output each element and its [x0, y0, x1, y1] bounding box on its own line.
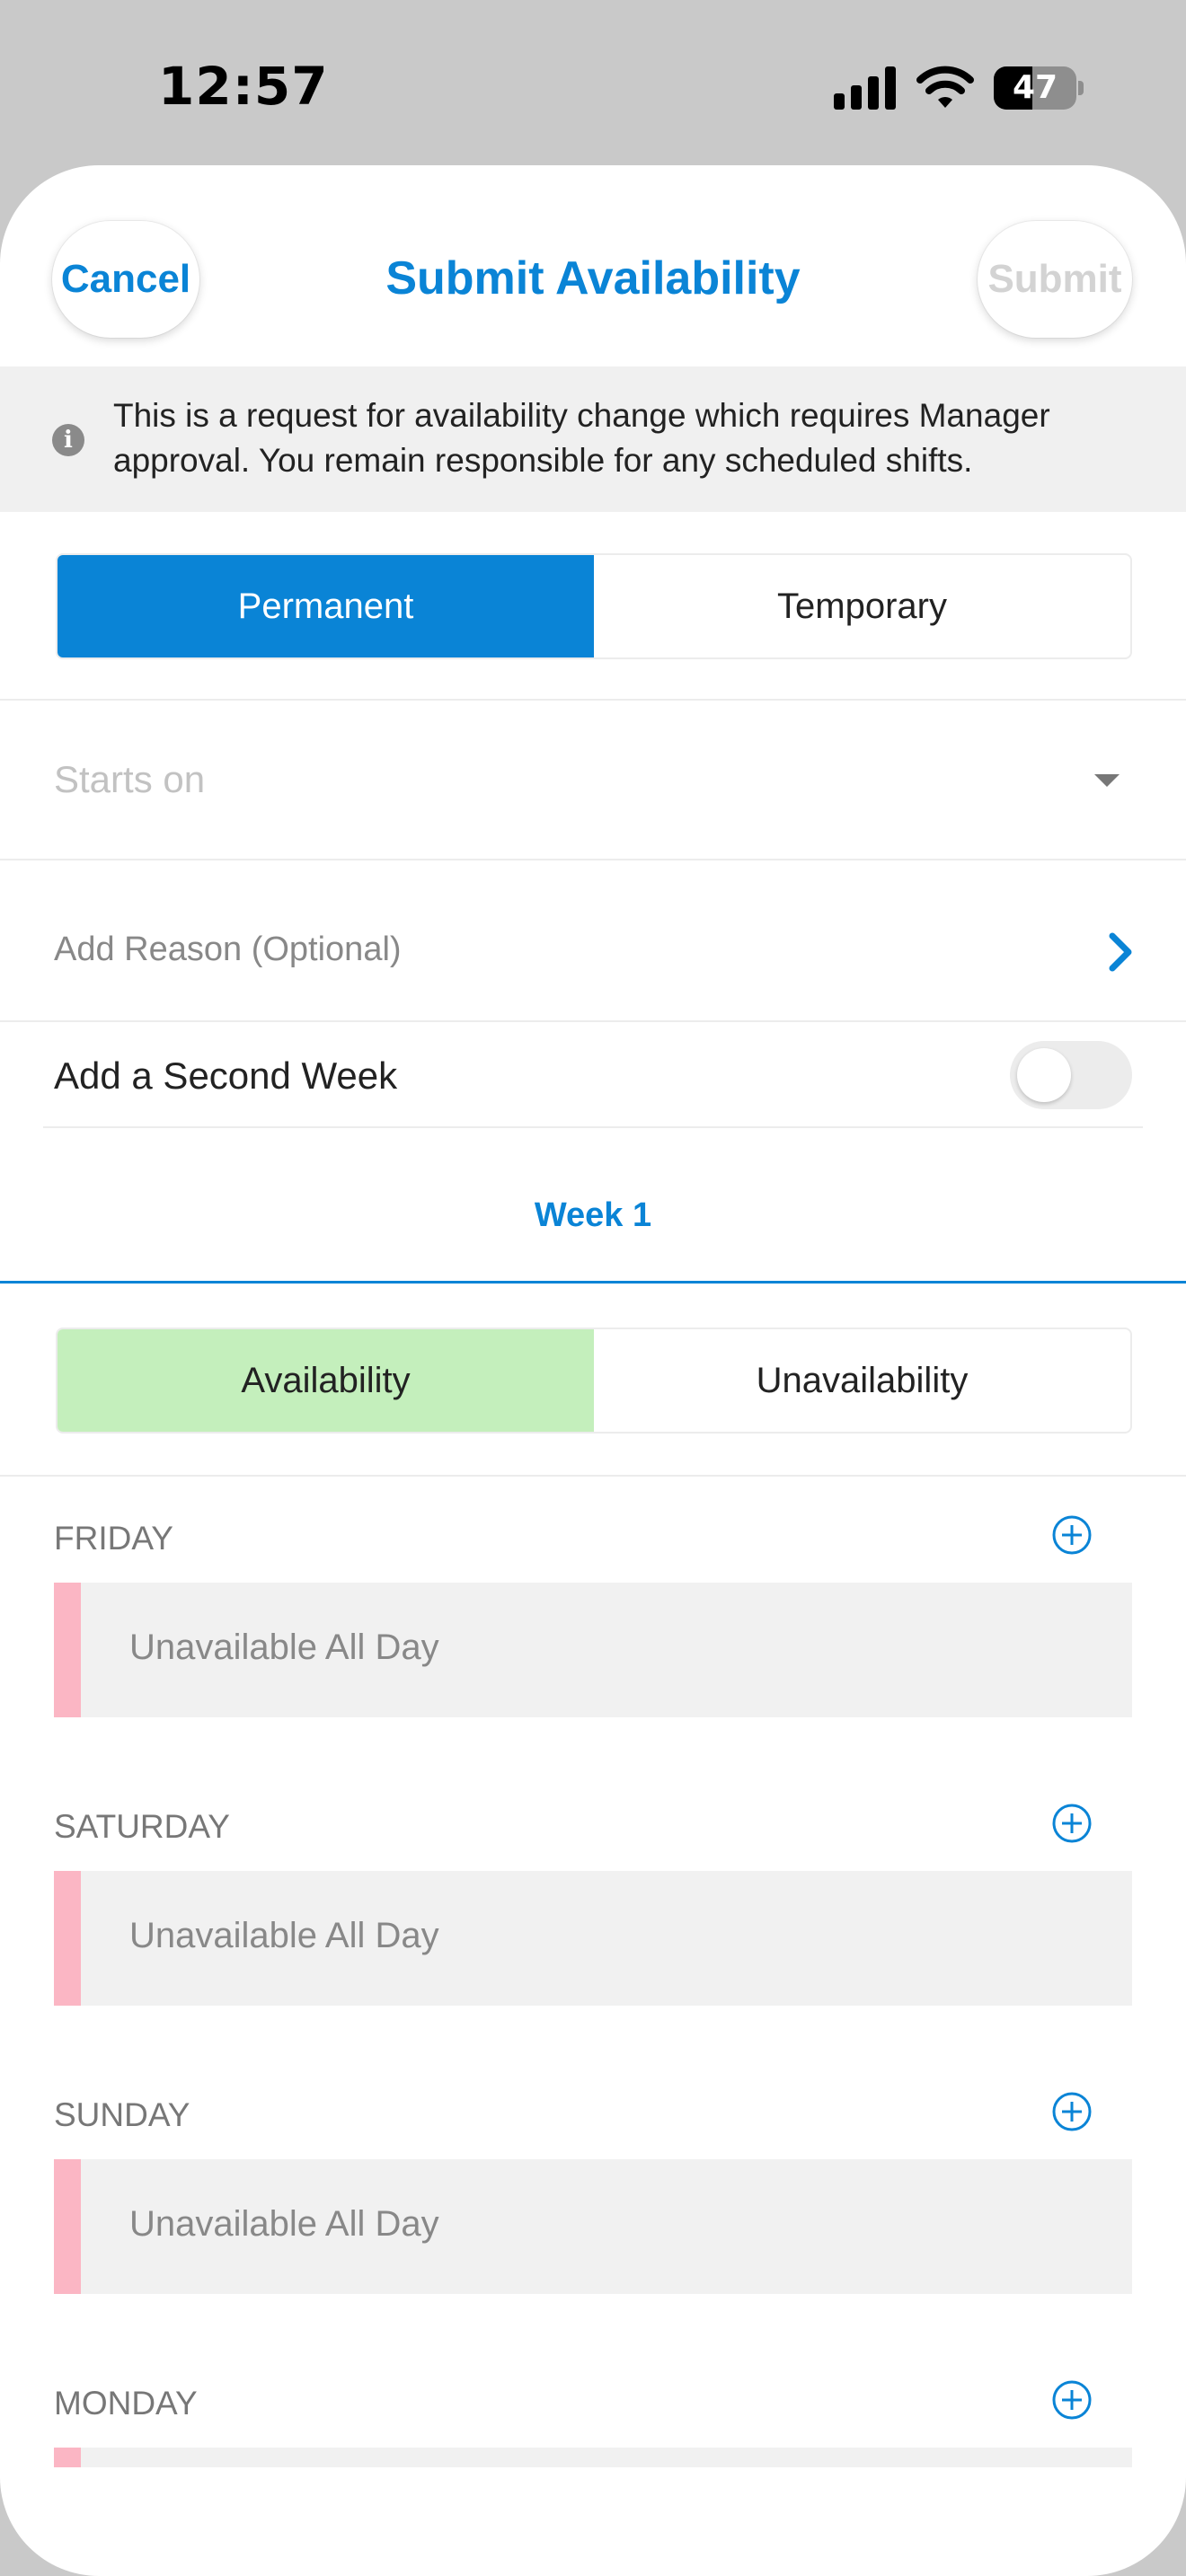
day-name: SATURDAY: [54, 1808, 230, 1845]
status-time: 12:57: [158, 56, 329, 117]
time-slot[interactable]: Unavailable All Day: [54, 2159, 1132, 2294]
day-name: SUNDAY: [54, 2096, 190, 2133]
approval-notice: i This is a request for availability cha…: [0, 366, 1186, 512]
notice-text: This is a request for availability chang…: [113, 397, 1050, 479]
slot-label: Unavailable All Day: [129, 1628, 439, 1667]
divider: [0, 699, 1186, 701]
time-slot[interactable]: Unavailable All Day: [54, 1871, 1132, 2006]
signal-icon: [834, 66, 896, 110]
divider: [0, 1020, 1186, 1022]
status-bar: 12:57 47: [0, 0, 1186, 171]
chevron-right-icon[interactable]: [1103, 931, 1139, 974]
add-circle-icon[interactable]: [1051, 1803, 1093, 1844]
availability-sheet: Cancel Submit Availability Submit i This…: [0, 165, 1186, 2576]
starts-on-field[interactable]: Starts on: [54, 758, 205, 801]
battery-icon: 47: [994, 66, 1084, 110]
add-circle-icon[interactable]: [1051, 2379, 1093, 2421]
unavailable-marker: [54, 2448, 81, 2467]
temporary-option[interactable]: Temporary: [594, 555, 1130, 657]
permanent-option[interactable]: Permanent: [58, 555, 594, 657]
availability-mode-segment: Availability Unavailability: [56, 1328, 1132, 1434]
battery-percent: 47: [1012, 69, 1058, 106]
availability-option[interactable]: Availability: [58, 1329, 594, 1432]
time-slot[interactable]: [54, 2448, 1132, 2467]
divider: [0, 1475, 1186, 1477]
unavailable-marker: [54, 1871, 81, 2006]
caret-down-icon[interactable]: [1094, 774, 1120, 787]
add-reason-row[interactable]: Add Reason (Optional): [54, 931, 402, 969]
unavailability-option[interactable]: Unavailability: [594, 1329, 1130, 1432]
slot-label: Unavailable All Day: [129, 2204, 439, 2244]
tab-week-1[interactable]: Week 1: [0, 1196, 1186, 1235]
day-name: FRIDAY: [54, 1520, 173, 1557]
day-name: MONDAY: [54, 2385, 198, 2422]
divider: [0, 859, 1186, 860]
slot-label: Unavailable All Day: [129, 1916, 439, 1955]
wifi-icon: [916, 66, 974, 108]
nav-bar: Cancel Submit Availability Submit: [0, 165, 1186, 366]
second-week-label: Add a Second Week: [54, 1054, 398, 1097]
week-tab-indicator: [0, 1281, 1186, 1284]
unavailable-marker: [54, 2159, 81, 2294]
time-slot[interactable]: Unavailable All Day: [54, 1583, 1132, 1717]
availability-type-segment: Permanent Temporary: [56, 553, 1132, 659]
toggle-knob: [1017, 1048, 1071, 1102]
second-week-toggle[interactable]: [1010, 1041, 1132, 1109]
divider: [43, 1126, 1143, 1128]
submit-button[interactable]: Submit: [978, 221, 1132, 338]
add-circle-icon[interactable]: [1051, 2091, 1093, 2132]
add-circle-icon[interactable]: [1051, 1514, 1093, 1556]
info-icon: i: [52, 424, 84, 456]
unavailable-marker: [54, 1583, 81, 1717]
